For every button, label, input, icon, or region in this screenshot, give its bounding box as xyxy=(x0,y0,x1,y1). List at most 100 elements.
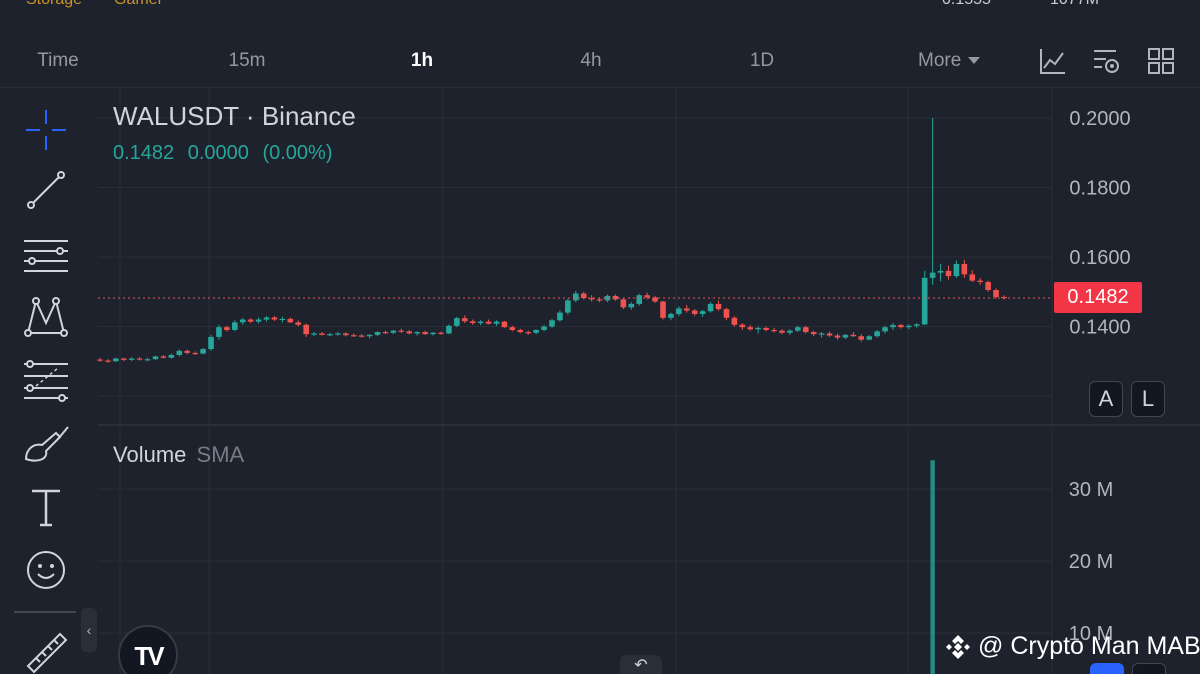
drawing-toolbar xyxy=(0,88,90,674)
candle-body xyxy=(271,317,278,320)
candle-body xyxy=(469,321,476,324)
candle-body xyxy=(350,335,357,337)
candle-body xyxy=(335,333,341,335)
symbol-name: WALUSDT xyxy=(113,101,239,131)
candle-body xyxy=(747,327,754,330)
volume-title: Volume xyxy=(113,442,187,467)
bottom-right-button-2[interactable] xyxy=(1132,663,1166,674)
candle-body xyxy=(279,318,286,321)
candle-body xyxy=(390,330,397,333)
candle-body xyxy=(810,332,817,335)
candle-body xyxy=(549,320,555,327)
candle-body xyxy=(929,272,936,278)
candle-body xyxy=(160,356,167,358)
trend-line-icon[interactable] xyxy=(22,166,70,214)
symbol-legend[interactable]: WALUSDT · Binance xyxy=(113,101,356,132)
candle-body xyxy=(192,352,198,355)
brush-icon[interactable] xyxy=(22,421,70,469)
candle-body xyxy=(303,324,309,335)
candle-body xyxy=(644,295,650,298)
candle-body xyxy=(993,290,999,297)
candle-body xyxy=(755,327,761,330)
collapse-toolbar-button[interactable]: ‹ xyxy=(81,608,97,652)
candle-body xyxy=(739,324,746,328)
candle-body xyxy=(636,295,643,304)
candle-body xyxy=(818,333,825,335)
candle-body xyxy=(461,318,468,322)
candle-body xyxy=(842,334,849,338)
candle-body xyxy=(620,299,627,308)
candle-body xyxy=(541,326,547,330)
auto-scale-button[interactable]: A xyxy=(1089,381,1123,417)
horizontal-lines-icon[interactable] xyxy=(22,233,70,281)
candle-body xyxy=(263,317,270,320)
candle-body xyxy=(684,308,690,311)
candle-body xyxy=(430,332,436,335)
undo-button[interactable]: ↶ xyxy=(620,655,662,674)
candle-body xyxy=(216,327,222,337)
bottom-right-button-1[interactable] xyxy=(1090,663,1124,674)
watermark-text: @ Crypto Man MAB xyxy=(978,632,1200,660)
candle-body xyxy=(493,321,500,324)
candle-body xyxy=(208,336,214,350)
candle-body xyxy=(176,350,183,355)
candle-body xyxy=(343,333,349,336)
price-change-pct: (0.00%) xyxy=(262,142,333,164)
candle-body xyxy=(509,327,516,330)
candle-body xyxy=(398,330,405,332)
candle-body xyxy=(422,332,428,335)
candle-body xyxy=(255,319,262,322)
candle-body xyxy=(97,359,103,361)
candle-body xyxy=(961,263,968,275)
candle-body xyxy=(319,333,325,335)
price-axis-tick: 0.1400 xyxy=(1069,317,1130,339)
candle-body xyxy=(953,263,960,277)
volume-axis-tick: 20 M xyxy=(1069,551,1113,573)
candle-body xyxy=(525,332,532,334)
candle-body xyxy=(168,354,175,358)
pattern-icon[interactable] xyxy=(22,293,70,341)
candle-body xyxy=(382,332,389,334)
price-change: 0.0000 xyxy=(187,142,249,164)
candle-body xyxy=(913,324,920,326)
candle-body xyxy=(628,303,635,308)
candle-body xyxy=(295,322,302,325)
candle-body xyxy=(200,349,206,354)
price-axis-tick: 0.1800 xyxy=(1069,178,1130,200)
log-scale-button[interactable]: L xyxy=(1131,381,1165,417)
candle-body xyxy=(565,300,571,313)
candle-body xyxy=(287,318,294,323)
candle-body xyxy=(691,310,698,314)
candle-body xyxy=(136,358,143,360)
candle-body xyxy=(105,360,111,362)
candle-body xyxy=(906,325,912,328)
text-icon[interactable] xyxy=(22,483,70,531)
candle-body xyxy=(850,334,857,337)
candle-body xyxy=(572,293,579,301)
candle-body xyxy=(985,282,991,291)
volume-legend[interactable]: Volume SMA xyxy=(113,442,244,468)
candle-body xyxy=(438,332,444,334)
legend-separator: · xyxy=(245,101,255,131)
candle-body xyxy=(699,311,706,314)
legend-values: 0.1482 0.0000 (0.00%) xyxy=(113,142,341,165)
candle-body xyxy=(890,325,896,328)
fib-retracement-icon[interactable] xyxy=(22,356,70,404)
candle-body xyxy=(668,313,674,318)
chart-area[interactable]: 0.2000 0.1800 0.1600 0.1400 30 M 20 M 10 M WAL… xyxy=(0,0,1200,674)
crosshair-icon[interactable] xyxy=(22,106,70,154)
candle-body xyxy=(715,303,722,310)
candle-body xyxy=(882,327,888,332)
candle-body xyxy=(454,318,460,326)
candle-body xyxy=(557,312,563,321)
emoji-icon[interactable] xyxy=(22,546,70,594)
toolbar-divider xyxy=(14,611,76,613)
candle-body xyxy=(898,325,904,328)
candle-body xyxy=(247,319,254,322)
candle-body xyxy=(533,329,539,333)
ruler-icon[interactable] xyxy=(22,628,70,674)
chevron-left-icon: ‹ xyxy=(86,622,92,638)
candle-body xyxy=(977,280,984,283)
price-axis-tick: 0.2000 xyxy=(1069,108,1130,130)
candle-body xyxy=(311,333,317,335)
